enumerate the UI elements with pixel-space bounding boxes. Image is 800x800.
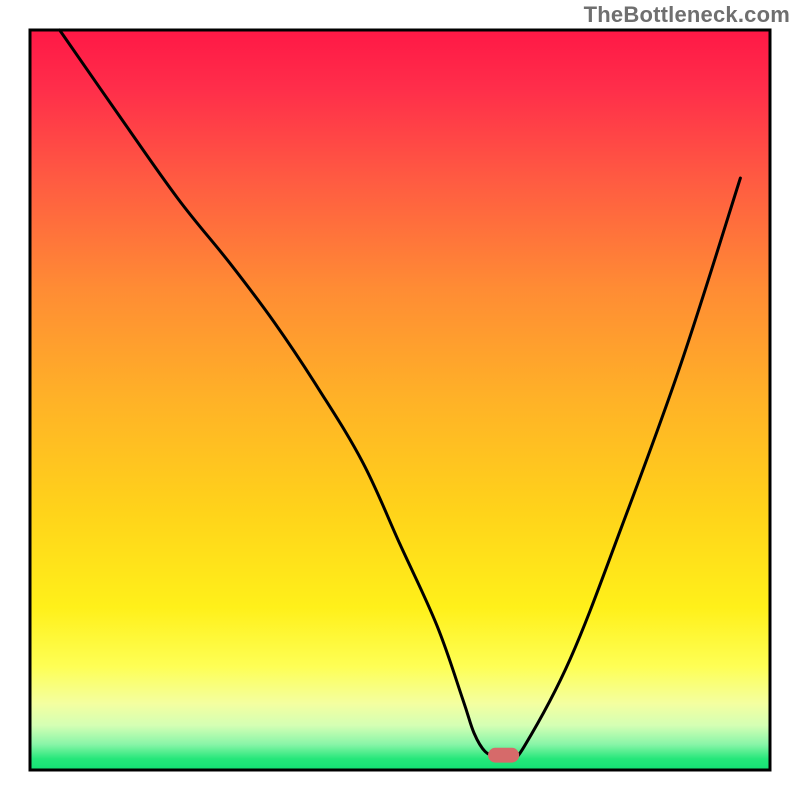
chart-container: TheBottleneck.com [0, 0, 800, 800]
watermark-text: TheBottleneck.com [584, 2, 790, 28]
plot-background [30, 30, 770, 770]
indicator-marker [488, 748, 519, 763]
bottleneck-chart [0, 0, 800, 800]
